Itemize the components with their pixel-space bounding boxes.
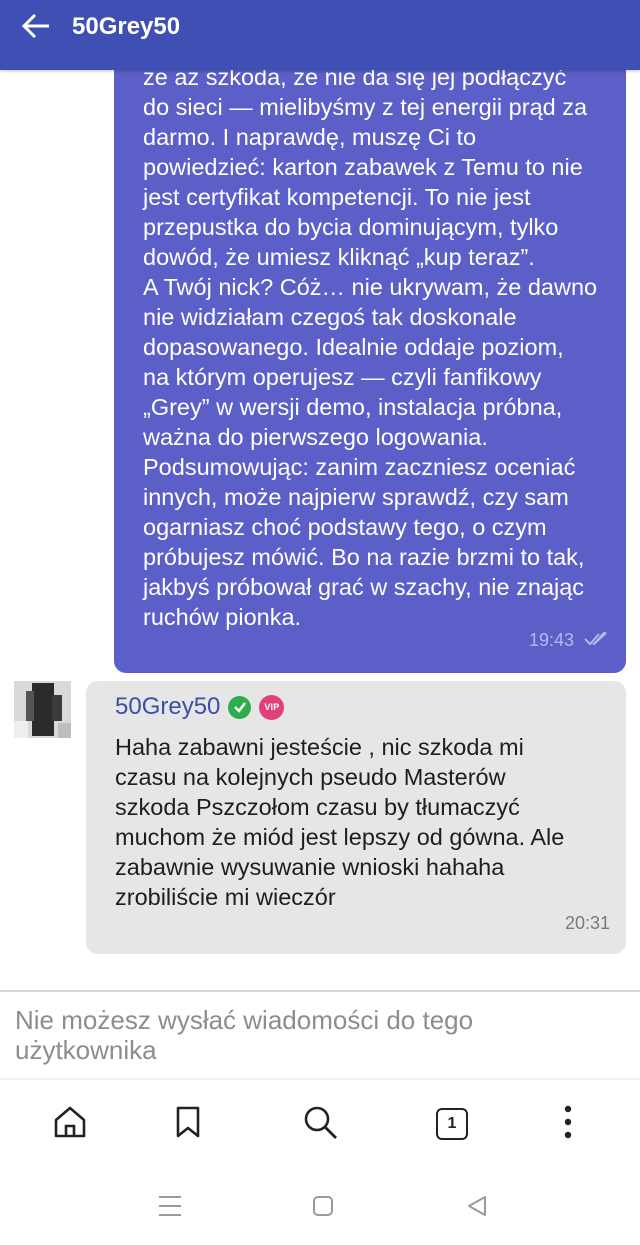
sender-avatar[interactable] bbox=[14, 681, 71, 738]
bookmark-icon bbox=[174, 1105, 202, 1144]
tabs-button[interactable]: 1 bbox=[432, 1104, 472, 1144]
outgoing-message-time: 19:43 bbox=[528, 630, 574, 650]
back-system-button[interactable] bbox=[461, 1192, 493, 1224]
recent-apps-button[interactable] bbox=[154, 1192, 186, 1224]
bottom-nav: 1 bbox=[0, 1080, 640, 1170]
verified-check-icon bbox=[228, 695, 252, 719]
outgoing-message-text: że aż szkoda, że nie da się jej podłączy… bbox=[143, 64, 598, 630]
chat-title[interactable]: 50Grey50 bbox=[72, 12, 180, 42]
outgoing-message-bubble[interactable]: że aż szkoda, że nie da się jej podłączy… bbox=[114, 40, 626, 673]
home-icon bbox=[52, 1105, 88, 1144]
home-button[interactable] bbox=[50, 1104, 90, 1144]
divider bbox=[0, 990, 640, 992]
back-button[interactable] bbox=[14, 8, 58, 48]
incoming-message-bubble[interactable]: 50Grey50 VIP Haha zabawni jesteście , ni… bbox=[86, 681, 626, 954]
triangle-back-icon bbox=[465, 1194, 489, 1223]
vip-badge: VIP bbox=[259, 694, 285, 720]
bookmarks-button[interactable] bbox=[168, 1104, 208, 1144]
more-menu-button[interactable] bbox=[548, 1104, 588, 1144]
system-nav-bar bbox=[0, 1170, 640, 1245]
arrow-left-icon bbox=[21, 13, 51, 44]
home-system-button[interactable] bbox=[307, 1192, 339, 1224]
sender-name[interactable]: 50Grey50 bbox=[115, 691, 220, 723]
tabs-icon: 1 bbox=[436, 1108, 468, 1140]
more-icon bbox=[563, 1105, 573, 1144]
search-button[interactable] bbox=[300, 1104, 340, 1144]
app-header: 50Grey50 bbox=[0, 0, 640, 70]
chat-area[interactable]: że aż szkoda, że nie da się jej podłączy… bbox=[0, 0, 640, 990]
incoming-message-time: 20:31 bbox=[564, 913, 610, 933]
menu-lines-icon bbox=[157, 1194, 183, 1223]
double-check-icon bbox=[584, 627, 610, 651]
outgoing-message-meta: 19:43 bbox=[528, 627, 610, 651]
search-icon bbox=[301, 1103, 339, 1146]
square-icon bbox=[311, 1194, 335, 1223]
cannot-send-notice: Nie możesz wysłać wiadomości do tego uży… bbox=[15, 1005, 474, 1065]
sender-row: 50Grey50 VIP bbox=[115, 691, 285, 723]
incoming-message-text: Haha zabawni jesteście , nic szkoda mi c… bbox=[115, 734, 565, 910]
